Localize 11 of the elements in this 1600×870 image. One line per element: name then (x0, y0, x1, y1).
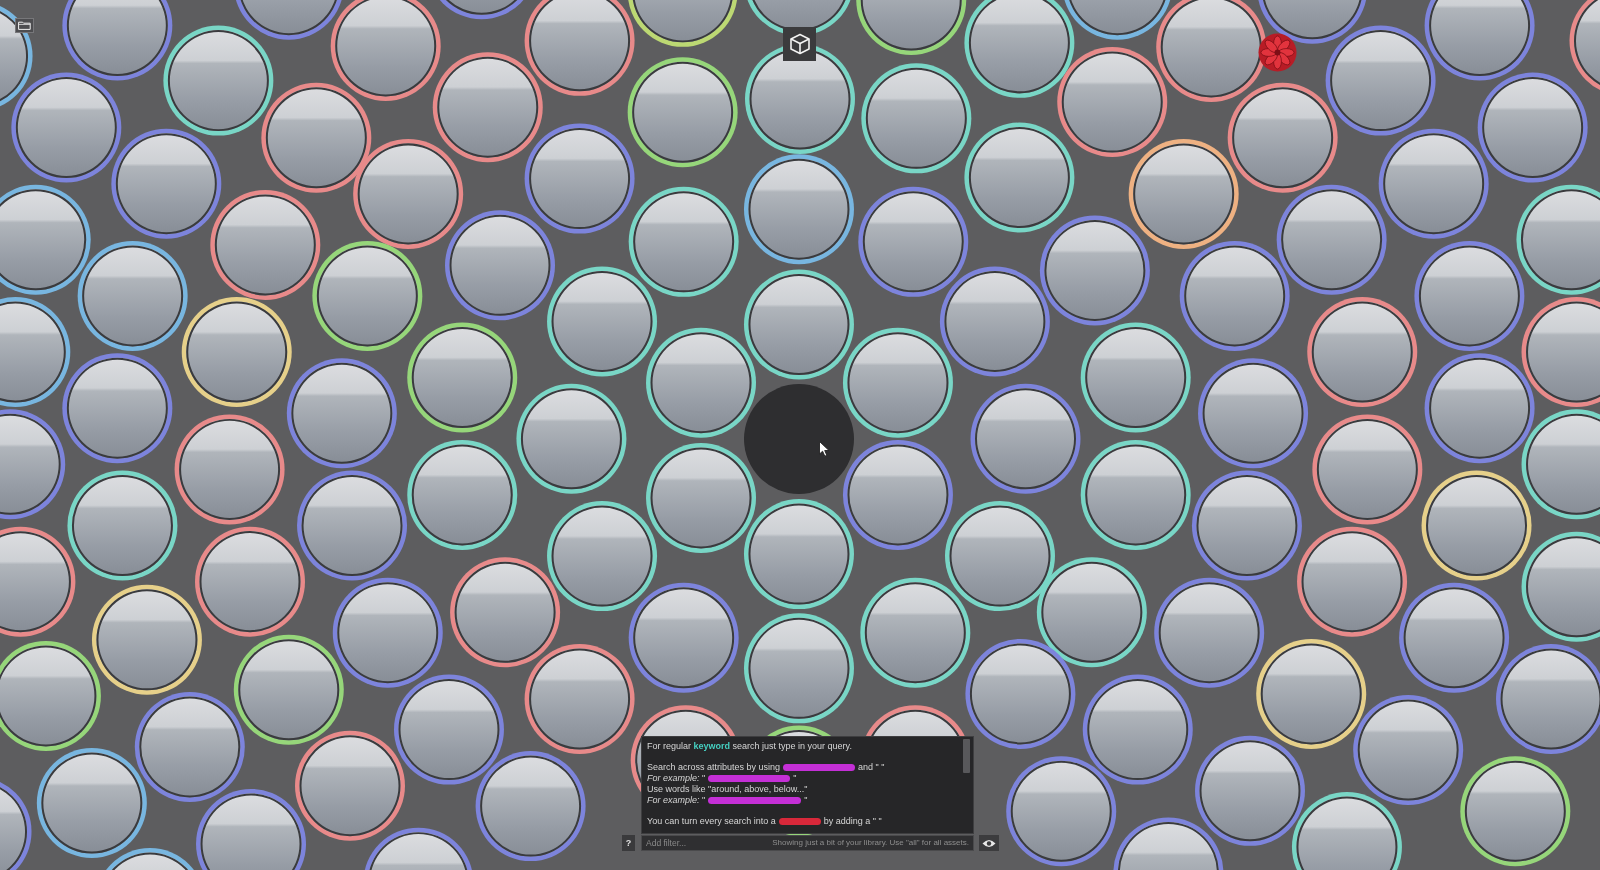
help-text: by adding a " " (823, 815, 882, 826)
help-text: You can turn every search into a (647, 815, 776, 826)
library-hint-text: Showing just a bit of your library. Use "all" for all assets. (772, 837, 969, 849)
help-text: " (804, 794, 808, 805)
help-text: and " " (858, 762, 885, 773)
help-text: " (793, 773, 797, 784)
help-text: For regular keyword search just type in your query. (647, 741, 853, 752)
help-text: Use words like "around, above, below..." (647, 783, 809, 795)
help-text: Search across attributes by using (647, 762, 781, 773)
help-text: For example: " (647, 794, 706, 805)
help-text: For example: " (647, 773, 706, 784)
